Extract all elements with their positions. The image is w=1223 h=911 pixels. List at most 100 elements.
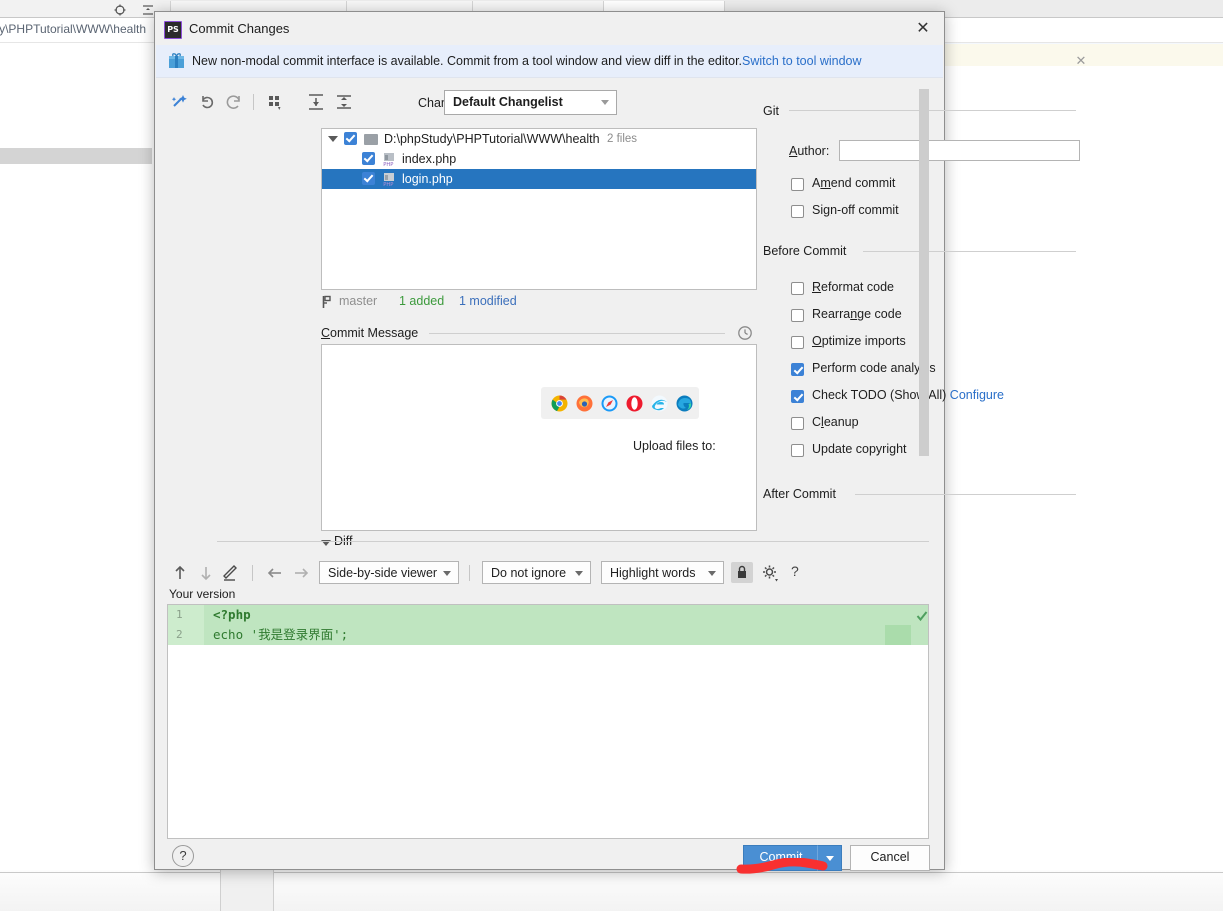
opera-icon[interactable] — [626, 395, 643, 412]
safari-icon[interactable] — [601, 395, 618, 412]
reformat-code-label: Reformat code — [812, 280, 894, 294]
commit-button-label: Commit — [759, 850, 803, 864]
tree-row-root[interactable]: D:\phpStudy\PHPTutorial\WWW\health 2 fil… — [322, 129, 756, 149]
refresh-icon[interactable] — [223, 91, 245, 113]
diff-toolbar-separator — [252, 565, 253, 581]
before-commit-divider — [863, 251, 1076, 252]
expand-arrow-icon[interactable] — [328, 136, 338, 142]
close-icon[interactable]: ✕ — [914, 20, 932, 38]
amend-commit-checkbox[interactable] — [791, 178, 804, 191]
edge-icon[interactable] — [676, 395, 693, 412]
folder-icon — [364, 134, 378, 145]
author-label: Author: — [789, 144, 830, 158]
amend-commit-label: Amend commit — [812, 176, 896, 190]
notification-banner: New non-modal commit interface is availa… — [156, 45, 1086, 78]
svg-text:PHP: PHP — [383, 182, 393, 187]
modified-count: 1 modified — [459, 294, 517, 308]
branch-name: master — [339, 294, 378, 308]
git-group-divider — [789, 110, 1076, 111]
notification-close-icon[interactable]: ✕ — [1073, 53, 1089, 69]
diff-code-text: <?php — [213, 607, 251, 622]
arrow-right-icon[interactable] — [290, 562, 312, 584]
chrome-icon[interactable] — [551, 395, 568, 412]
perform-code-analysis-checkbox[interactable] — [791, 363, 804, 376]
author-input[interactable] — [839, 140, 1080, 161]
diff-line-number: 2 — [176, 628, 183, 641]
commit-message-textarea[interactable] — [321, 344, 757, 531]
whitespace-mode-combobox[interactable]: Do not ignore — [482, 561, 591, 584]
lock-button[interactable] — [731, 562, 753, 583]
commit-changes-dialog: PS Commit Changes ✕ New non-modal commit… — [154, 11, 1086, 871]
diff-accept-check-icon[interactable] — [916, 610, 928, 622]
highlight-mode-value: Highlight words — [610, 566, 696, 580]
options-scrollbar-thumb[interactable] — [919, 89, 929, 456]
optimize-imports-label: Optimize imports — [812, 334, 906, 348]
file-checkbox-login[interactable] — [362, 172, 375, 185]
arrow-left-icon[interactable] — [264, 562, 286, 584]
commit-message-divider — [429, 333, 725, 334]
dialog-footer: ? Commit Cancel — [155, 840, 944, 871]
file-checkbox-index[interactable] — [362, 152, 375, 165]
root-checkbox[interactable] — [344, 132, 357, 145]
after-commit-group-label: After Commit — [763, 487, 836, 501]
chevron-down-icon — [443, 571, 451, 576]
sign-off-commit-label: Sign-off commit — [812, 203, 899, 217]
chevron-down-icon — [575, 571, 583, 576]
diff-section-divider — [217, 541, 929, 542]
diff-change-marker — [885, 625, 911, 645]
gift-icon — [169, 53, 184, 68]
phpstorm-icon: PS — [164, 21, 182, 39]
commit-button[interactable]: Commit — [743, 845, 819, 871]
check-todo-checkbox[interactable] — [791, 390, 804, 403]
expand-all-icon[interactable] — [305, 91, 327, 113]
switch-to-tool-window-link[interactable]: Switch to tool window — [742, 54, 862, 68]
arrow-up-icon[interactable] — [169, 562, 191, 584]
screen: y\PHPTutorial\WWW\health PS Commit Chang… — [0, 0, 1223, 911]
configure-todo-link[interactable]: Configure — [950, 388, 1004, 402]
collapse-all-icon[interactable] — [333, 91, 355, 113]
pencil-icon[interactable] — [221, 562, 243, 584]
update-copyright-checkbox[interactable] — [791, 444, 804, 457]
sign-off-commit-checkbox[interactable] — [791, 205, 804, 218]
tree-row-login[interactable]: PHP login.php — [322, 169, 756, 189]
revert-icon[interactable] — [197, 91, 219, 113]
rearrange-code-checkbox[interactable] — [791, 309, 804, 322]
dialog-title-bar: PS Commit Changes ✕ — [155, 12, 944, 45]
group-by-icon[interactable] — [264, 91, 286, 113]
internet-explorer-icon[interactable] — [651, 395, 668, 412]
diff-help-icon[interactable]: ? — [791, 563, 799, 579]
update-copyright-label: Update copyright — [812, 442, 907, 456]
clock-history-icon[interactable] — [737, 325, 753, 341]
tree-row-index[interactable]: PHP index.php — [322, 149, 756, 169]
locate-file-icon[interactable] — [114, 4, 126, 16]
reformat-code-checkbox[interactable] — [791, 282, 804, 295]
toolbar-separator — [253, 94, 254, 110]
diff-line-added — [168, 605, 928, 625]
viewer-mode-combobox[interactable]: Side-by-side viewer — [319, 561, 459, 584]
cleanup-checkbox[interactable] — [791, 417, 804, 430]
gear-icon[interactable] — [759, 562, 781, 584]
background-bottom-divider — [0, 872, 1223, 873]
diff-viewer[interactable]: 1 <?php 2 echo '我是登录界面'; — [167, 604, 929, 839]
arrow-down-icon[interactable] — [195, 562, 217, 584]
commit-dropdown-button[interactable] — [817, 845, 842, 871]
changed-files-tree[interactable]: D:\phpStudy\PHPTutorial\WWW\health 2 fil… — [321, 128, 757, 290]
help-button[interactable]: ? — [172, 845, 194, 867]
optimize-imports-checkbox[interactable] — [791, 336, 804, 349]
whitespace-mode-value: Do not ignore — [491, 566, 567, 580]
cancel-button[interactable]: Cancel — [850, 845, 930, 871]
magic-wand-icon[interactable] — [169, 91, 191, 113]
root-path-label: D:\phpStudy\PHPTutorial\WWW\health — [384, 132, 600, 146]
cleanup-label: Cleanup — [812, 415, 859, 429]
collapse-all-icon[interactable] — [142, 4, 154, 16]
highlight-mode-combobox[interactable]: Highlight words — [601, 561, 724, 584]
notification-text: New non-modal commit interface is availa… — [192, 54, 862, 68]
file-name-index: index.php — [402, 152, 457, 166]
your-version-label: Your version — [169, 587, 236, 601]
diff-code-text: echo '我是登录界面'; — [213, 627, 349, 642]
commit-message-label: Commit Message — [321, 326, 419, 340]
firefox-icon[interactable] — [576, 395, 593, 412]
check-todo-label: Check TODO (Show All) Configure — [812, 388, 1004, 402]
changelist-combobox[interactable]: Default Changelist — [444, 90, 617, 115]
changelist-value: Default Changelist — [453, 95, 563, 109]
